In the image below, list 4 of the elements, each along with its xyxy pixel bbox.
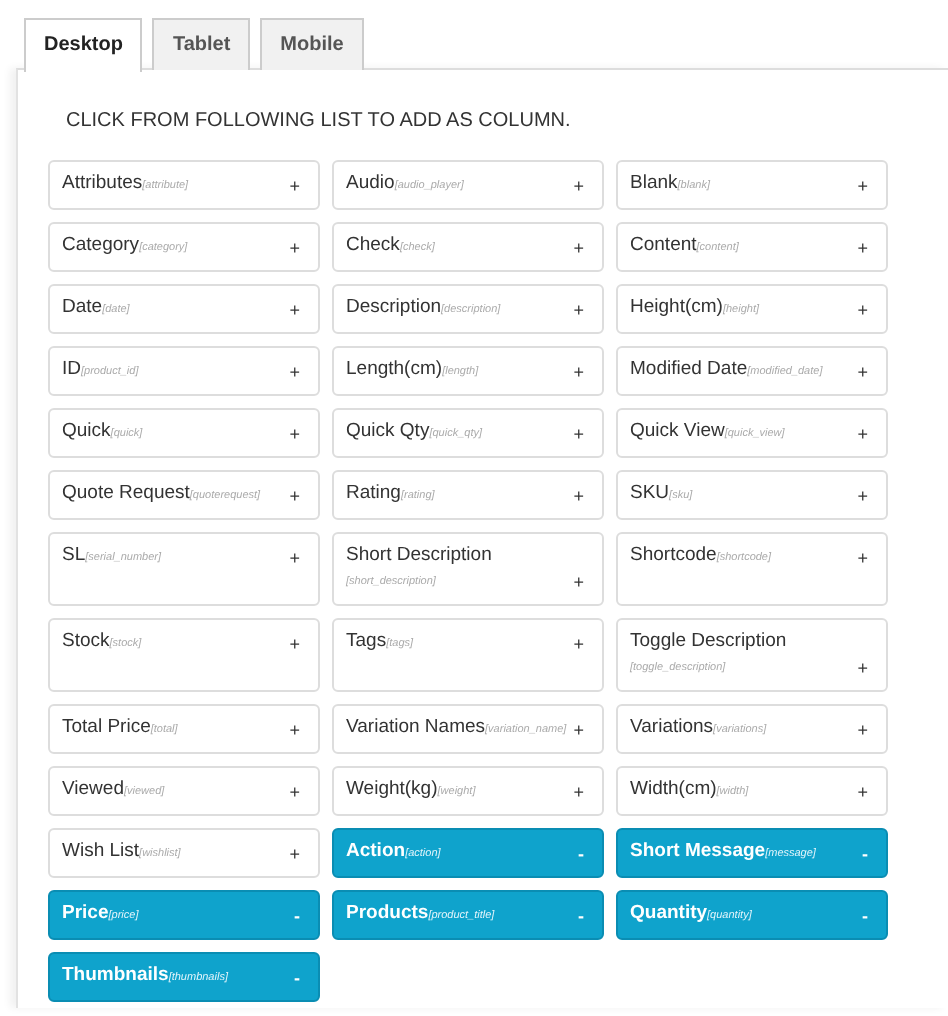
tab[interactable]: Desktop <box>24 18 143 72</box>
instruction-text: CLICK FROM FOLLOWING LIST TO ADD AS COLUMN. <box>66 110 573 132</box>
tab[interactable]: Mobile <box>260 18 364 70</box>
tab[interactable]: Tablet <box>152 18 251 70</box>
